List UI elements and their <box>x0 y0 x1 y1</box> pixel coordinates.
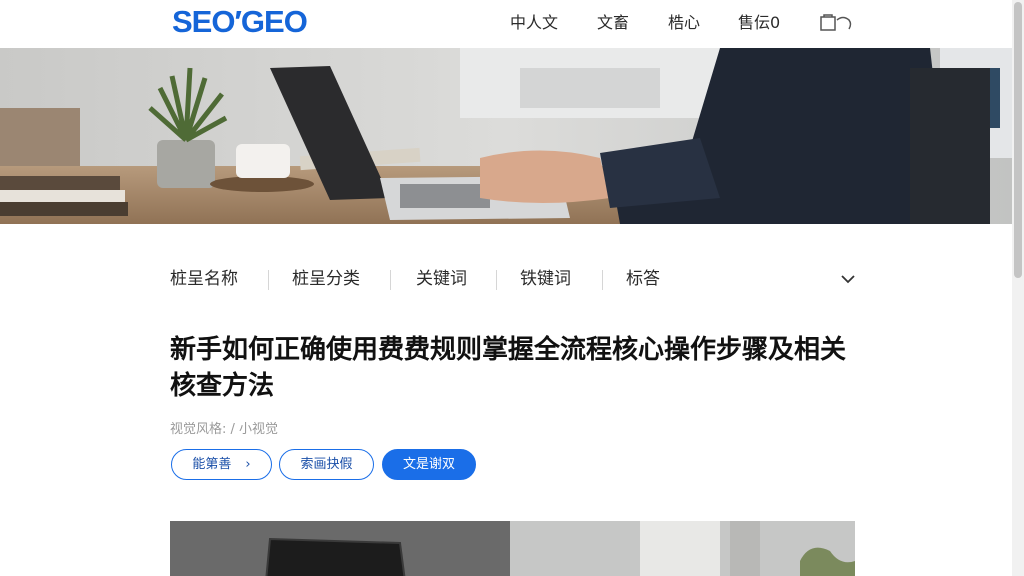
cart-icon[interactable] <box>818 12 856 34</box>
nav-item-4[interactable]: 售伝0 <box>738 12 780 34</box>
primary-button[interactable]: 文是谢双 <box>382 449 476 480</box>
button-label: 能第善 <box>192 457 232 472</box>
filter-item-3[interactable]: 关键词 <box>416 266 467 292</box>
filter-item-4[interactable]: 铁键词 <box>520 266 571 292</box>
hero-image <box>0 48 1012 224</box>
filter-divider <box>268 270 269 290</box>
filter-item-2[interactable]: 桩呈分类 <box>292 266 360 292</box>
filter-divider <box>496 270 497 290</box>
site-header: SEO′GEO 中人文 文畜 梏心 售伝0 <box>0 0 1012 48</box>
filter-item-5[interactable]: 标答 <box>626 266 660 292</box>
scrollbar-thumb[interactable] <box>1014 2 1022 278</box>
outline-button-2[interactable]: 索画抉假 <box>279 449 374 480</box>
filter-divider <box>602 270 603 290</box>
outline-button-1[interactable]: 能第善 › <box>171 449 272 480</box>
article-title: 新手如何正确使用费费规则掌握全流程核心操作步骤及相关核查方法 <box>170 335 847 401</box>
filter-bar: 桩呈名称 桩呈分类 关键词 铁键词 标答 <box>170 266 860 292</box>
nav-item-1[interactable]: 中人文 <box>510 12 558 34</box>
button-label: 索画抉假 <box>300 457 353 472</box>
article-meta: 视觉风格: / 小视觉 <box>170 422 279 437</box>
chevron-right-icon: › <box>245 457 251 472</box>
article-image <box>170 521 855 576</box>
filter-item-1[interactable]: 桩呈名称 <box>170 266 238 292</box>
button-label: 文是谢双 <box>402 457 455 472</box>
page-scrollbar[interactable] <box>1012 0 1024 576</box>
chevron-down-icon[interactable] <box>840 272 856 286</box>
nav-item-3[interactable]: 梏心 <box>668 12 700 34</box>
filter-divider <box>390 270 391 290</box>
site-logo[interactable]: SEO′GEO <box>172 4 308 40</box>
page: SEO′GEO 中人文 文畜 梏心 售伝0 桩呈名称 桩呈分类 关键词 铁键词 … <box>0 0 1024 576</box>
nav-item-2[interactable]: 文畜 <box>597 12 629 34</box>
